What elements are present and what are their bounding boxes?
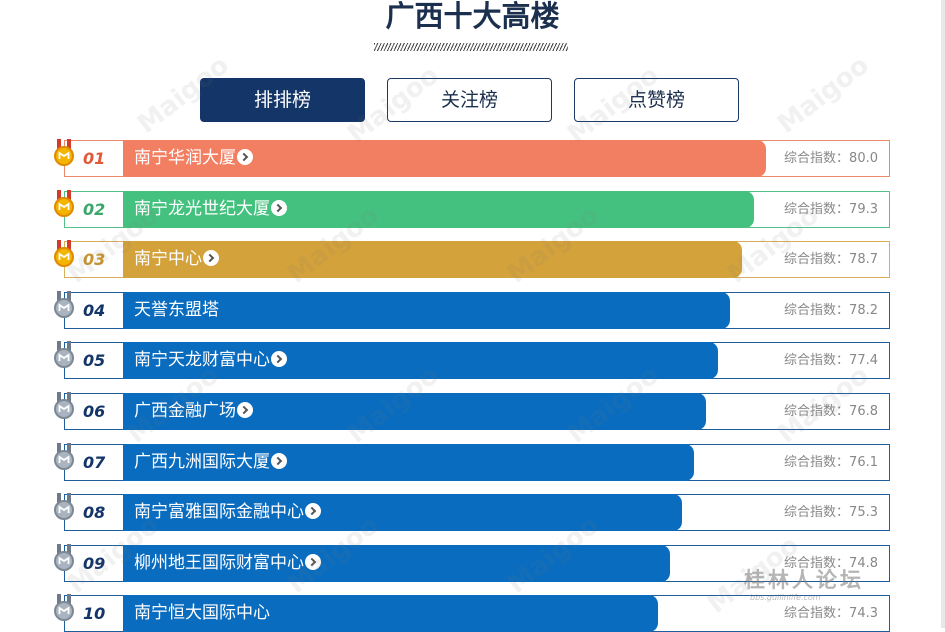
score-label: 综合指数： bbox=[784, 505, 850, 520]
score-value: 78.7 bbox=[849, 252, 878, 267]
score-text: 综合指数：79.3 bbox=[784, 192, 878, 227]
chevron-right-icon[interactable] bbox=[237, 149, 253, 165]
score-label: 综合指数： bbox=[784, 404, 850, 419]
corner-watermark-sub: bbs.guilinlife.com bbox=[750, 593, 821, 602]
ranking-row[interactable]: 01 南宁华润大厦 综合指数：80.0 bbox=[64, 140, 890, 177]
building-name: 广西九洲国际大厦 bbox=[134, 452, 270, 472]
corner-watermark: 桂林人论坛 bbox=[744, 567, 864, 592]
rank-number: 04 bbox=[83, 301, 106, 320]
score-text: 综合指数：75.3 bbox=[784, 495, 878, 530]
score-text: 综合指数：78.7 bbox=[784, 242, 878, 277]
building-name: 南宁富雅国际金融中心 bbox=[134, 502, 304, 522]
building-name-bar[interactable]: 南宁中心 bbox=[123, 241, 742, 278]
score-label: 综合指数： bbox=[784, 303, 850, 318]
tab-follow[interactable]: 关注榜 bbox=[387, 78, 552, 122]
building-name: 南宁恒大国际中心 bbox=[134, 603, 270, 623]
silver-medal-icon bbox=[54, 341, 74, 368]
ranking-row[interactable]: 06 广西金融广场 综合指数：76.8 bbox=[64, 393, 890, 430]
ranking-row[interactable]: 04 天誉东盟塔 综合指数：78.2 bbox=[64, 292, 890, 329]
score-text: 综合指数：76.8 bbox=[784, 394, 878, 429]
page-title: 广西十大高楼 bbox=[385, 0, 560, 33]
score-value: 79.3 bbox=[849, 202, 878, 217]
building-name: 南宁天龙财富中心 bbox=[134, 350, 270, 370]
ranking-row[interactable]: 03 南宁中心 综合指数：78.7 bbox=[64, 241, 890, 278]
ranking-row[interactable]: 08 南宁富雅国际金融中心 综合指数：75.3 bbox=[64, 494, 890, 531]
score-label: 综合指数： bbox=[784, 252, 850, 267]
building-name-bar[interactable]: 天誉东盟塔 bbox=[123, 292, 730, 329]
silver-medal-icon bbox=[54, 392, 74, 419]
score-text: 综合指数：76.1 bbox=[784, 445, 878, 480]
title-decoration bbox=[374, 43, 568, 51]
scrollbar[interactable] bbox=[941, 0, 945, 628]
silver-medal-icon bbox=[54, 291, 74, 318]
building-name: 柳州地王国际财富中心 bbox=[134, 553, 304, 573]
score-value: 78.2 bbox=[849, 303, 878, 318]
score-value: 76.1 bbox=[849, 455, 878, 470]
chevron-right-icon[interactable] bbox=[271, 453, 287, 469]
silver-medal-icon bbox=[54, 493, 74, 520]
building-name-bar[interactable]: 南宁天龙财富中心 bbox=[123, 342, 718, 379]
score-label: 综合指数： bbox=[784, 606, 850, 621]
score-label: 综合指数： bbox=[784, 353, 850, 368]
chevron-right-icon[interactable] bbox=[305, 503, 321, 519]
score-value: 75.3 bbox=[849, 505, 878, 520]
rank-number: 10 bbox=[83, 604, 106, 623]
score-label: 综合指数： bbox=[784, 151, 850, 166]
rank-number: 01 bbox=[83, 149, 106, 168]
silver-medal-icon bbox=[54, 544, 74, 571]
score-text: 综合指数：80.0 bbox=[784, 141, 878, 176]
rank-number: 02 bbox=[83, 200, 106, 219]
building-name: 广西金融广场 bbox=[134, 401, 236, 421]
building-name-bar[interactable]: 广西九洲国际大厦 bbox=[123, 444, 694, 481]
rank-number: 06 bbox=[83, 402, 106, 421]
building-name-bar[interactable]: 南宁富雅国际金融中心 bbox=[123, 494, 682, 531]
silver-medal-icon bbox=[54, 594, 74, 621]
score-value: 80.0 bbox=[849, 151, 878, 166]
building-name-bar[interactable]: 南宁恒大国际中心 bbox=[123, 595, 658, 632]
building-name-bar[interactable]: 柳州地王国际财富中心 bbox=[123, 545, 670, 582]
building-name-bar[interactable]: 广西金融广场 bbox=[123, 393, 706, 430]
chevron-right-icon[interactable] bbox=[237, 402, 253, 418]
rank-number: 03 bbox=[83, 250, 106, 269]
rank-number: 08 bbox=[83, 503, 106, 522]
chevron-right-icon[interactable] bbox=[271, 200, 287, 216]
ranking-row[interactable]: 02 南宁龙光世纪大厦 综合指数：79.3 bbox=[64, 191, 890, 228]
rank-number: 09 bbox=[83, 554, 106, 573]
score-value: 74.3 bbox=[849, 606, 878, 621]
building-name-bar[interactable]: 南宁龙光世纪大厦 bbox=[123, 191, 754, 228]
score-label: 综合指数： bbox=[784, 202, 850, 217]
ranking-row[interactable]: 05 南宁天龙财富中心 综合指数：77.4 bbox=[64, 342, 890, 379]
building-name: 南宁华润大厦 bbox=[134, 148, 236, 168]
tab-ranking[interactable]: 排排榜 bbox=[200, 78, 365, 122]
score-value: 77.4 bbox=[849, 353, 878, 368]
score-text: 综合指数：77.4 bbox=[784, 343, 878, 378]
ranking-row[interactable]: 07 广西九洲国际大厦 综合指数：76.1 bbox=[64, 444, 890, 481]
gold-medal-icon bbox=[54, 139, 74, 166]
chevron-right-icon[interactable] bbox=[203, 250, 219, 266]
chevron-right-icon[interactable] bbox=[271, 351, 287, 367]
score-value: 76.8 bbox=[849, 404, 878, 419]
silver-medal-icon bbox=[54, 443, 74, 470]
rank-number: 07 bbox=[83, 453, 106, 472]
chevron-right-icon[interactable] bbox=[305, 554, 321, 570]
building-name: 天誉东盟塔 bbox=[134, 300, 219, 320]
score-label: 综合指数： bbox=[784, 455, 850, 470]
score-text: 综合指数：78.2 bbox=[784, 293, 878, 328]
building-name: 南宁龙光世纪大厦 bbox=[134, 199, 270, 219]
gold-medal-icon bbox=[54, 240, 74, 267]
watermark: Maigoo bbox=[772, 50, 875, 140]
building-name: 南宁中心 bbox=[134, 249, 202, 269]
rank-number: 05 bbox=[83, 351, 106, 370]
building-name-bar[interactable]: 南宁华润大厦 bbox=[123, 140, 766, 177]
tab-like[interactable]: 点赞榜 bbox=[574, 78, 739, 122]
gold-medal-icon bbox=[54, 190, 74, 217]
